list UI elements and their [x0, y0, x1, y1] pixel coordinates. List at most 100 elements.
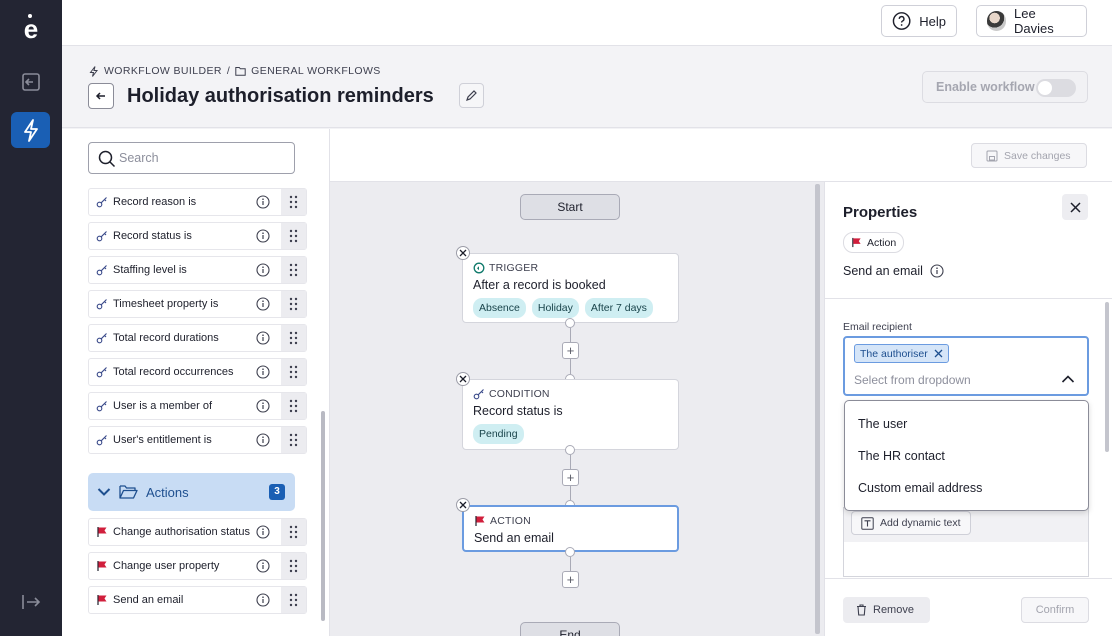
palette-scrollbar[interactable] — [321, 411, 325, 621]
drag-handle-icon[interactable] — [281, 359, 306, 385]
divider — [825, 298, 1112, 299]
properties-type-label: Action — [867, 236, 897, 249]
add-step-button[interactable]: + — [562, 342, 579, 359]
dropdown-option-the-user[interactable]: The user — [858, 417, 907, 431]
drag-handle-icon[interactable] — [281, 291, 306, 317]
connector-dot[interactable] — [565, 547, 575, 557]
start-node[interactable]: Start — [520, 194, 620, 220]
info-icon[interactable] — [256, 399, 270, 413]
add-dynamic-text-label: Add dynamic text — [880, 517, 961, 529]
help-button[interactable]: Help — [881, 5, 957, 37]
end-node[interactable]: End — [520, 622, 620, 636]
info-icon[interactable] — [930, 264, 944, 278]
flag-icon — [96, 594, 108, 606]
exit-icon[interactable] — [19, 70, 43, 94]
palette-item-label: Total record occurrences — [113, 366, 234, 378]
key-icon — [96, 298, 108, 310]
add-dynamic-text-button[interactable]: Add dynamic text — [851, 511, 971, 535]
info-icon[interactable] — [256, 331, 270, 345]
action-card[interactable]: ACTION Send an email — [462, 505, 679, 552]
palette-item-change-user-property[interactable]: Change user property — [88, 552, 307, 580]
info-icon[interactable] — [256, 195, 270, 209]
breadcrumb-root[interactable]: WORKFLOW BUILDER — [104, 65, 222, 77]
palette-item-record-status[interactable]: Record status is — [88, 222, 307, 250]
workflow-nav-button[interactable] — [11, 112, 50, 148]
info-icon[interactable] — [256, 365, 270, 379]
remove-trigger-button[interactable] — [456, 246, 470, 260]
info-icon[interactable] — [256, 559, 270, 573]
key-icon — [96, 366, 108, 378]
logo-dot — [28, 14, 32, 18]
breadcrumb-folder[interactable]: GENERAL WORKFLOWS — [251, 65, 381, 77]
connector-dot[interactable] — [565, 318, 575, 328]
drag-handle-icon[interactable] — [281, 223, 306, 249]
close-properties-button[interactable] — [1062, 194, 1088, 220]
drag-handle-icon[interactable] — [281, 189, 306, 215]
email-body-editor[interactable]: Add dynamic text — [843, 507, 1089, 577]
back-button[interactable] — [88, 83, 114, 109]
palette-item-timesheet-property[interactable]: Timesheet property is — [88, 290, 307, 318]
properties-panel: Properties Action Send an email Email re… — [824, 182, 1112, 636]
remove-button[interactable]: Remove — [843, 597, 930, 623]
avatar — [987, 11, 1007, 31]
palette-item-send-email[interactable]: Send an email — [88, 586, 307, 614]
user-menu-button[interactable]: Lee Davies — [976, 5, 1087, 37]
trigger-card[interactable]: TRIGGER After a record is booked Absence… — [462, 253, 679, 323]
properties-scrollbar[interactable] — [1105, 302, 1109, 452]
palette-item-record-reason[interactable]: Record reason is — [88, 188, 307, 216]
lightning-icon — [89, 65, 98, 77]
palette-item-user-entitlement[interactable]: User's entitlement is — [88, 426, 307, 454]
save-changes-button[interactable]: Save changes — [971, 143, 1087, 168]
connector-dot[interactable] — [565, 445, 575, 455]
remove-condition-button[interactable] — [456, 372, 470, 386]
key-icon — [473, 389, 484, 400]
palette-item-label: Record status is — [113, 230, 192, 242]
recipient-dropdown: The user The HR contact Custom email add… — [844, 400, 1089, 511]
app-logo[interactable]: e — [15, 14, 47, 44]
email-recipient-select[interactable]: The authoriser Select from dropdown — [843, 336, 1089, 396]
palette-item-total-record-durations[interactable]: Total record durations — [88, 324, 307, 352]
info-icon[interactable] — [256, 229, 270, 243]
confirm-button[interactable]: Confirm — [1021, 597, 1089, 623]
search-input[interactable]: Search — [88, 142, 295, 174]
edit-title-button[interactable] — [459, 83, 484, 108]
drag-handle-icon[interactable] — [281, 427, 306, 453]
palette-item-total-record-occurrences[interactable]: Total record occurrences — [88, 358, 307, 386]
add-step-button[interactable]: + — [562, 571, 579, 588]
text-icon — [861, 516, 874, 530]
info-icon[interactable] — [256, 297, 270, 311]
drag-handle-icon[interactable] — [281, 519, 306, 545]
dropdown-option-hr-contact[interactable]: The HR contact — [858, 449, 945, 463]
actions-group-toggle[interactable]: Actions 3 — [88, 473, 295, 511]
email-recipient-label: Email recipient — [843, 321, 912, 333]
page-header: WORKFLOW BUILDER / GENERAL WORKFLOWS Hol… — [62, 46, 1112, 128]
drag-handle-icon[interactable] — [281, 587, 306, 613]
palette-item-staffing-level[interactable]: Staffing level is — [88, 256, 307, 284]
drag-handle-icon[interactable] — [281, 393, 306, 419]
drag-handle-icon[interactable] — [281, 553, 306, 579]
palette-item-user-member-of[interactable]: User is a member of — [88, 392, 307, 420]
workflow-canvas[interactable]: Start TRIGGER After a record is booked A… — [330, 182, 824, 636]
expand-sidebar-icon[interactable] — [19, 590, 43, 614]
enable-workflow-toggle[interactable] — [1036, 79, 1076, 97]
add-step-button[interactable]: + — [562, 469, 579, 486]
drag-handle-icon[interactable] — [281, 257, 306, 283]
info-icon[interactable] — [256, 433, 270, 447]
flag-icon — [852, 237, 861, 248]
palette-item-change-authorisation-status[interactable]: Change authorisation status — [88, 518, 307, 546]
key-icon — [96, 332, 108, 344]
canvas-scrollbar[interactable] — [815, 184, 820, 634]
chevron-up-icon[interactable] — [1061, 374, 1075, 384]
pencil-icon — [466, 90, 477, 101]
close-icon[interactable] — [934, 349, 943, 358]
remove-action-button[interactable] — [456, 498, 470, 512]
info-icon[interactable] — [256, 525, 270, 539]
info-icon[interactable] — [256, 593, 270, 607]
palette-item-label: Record reason is — [113, 196, 197, 208]
action-kind: ACTION — [474, 515, 677, 527]
drag-handle-icon[interactable] — [281, 325, 306, 351]
dropdown-option-custom-email[interactable]: Custom email address — [858, 481, 982, 495]
condition-card[interactable]: CONDITION Record status is Pending — [462, 379, 679, 450]
actions-group-label: Actions — [146, 484, 189, 500]
info-icon[interactable] — [256, 263, 270, 277]
